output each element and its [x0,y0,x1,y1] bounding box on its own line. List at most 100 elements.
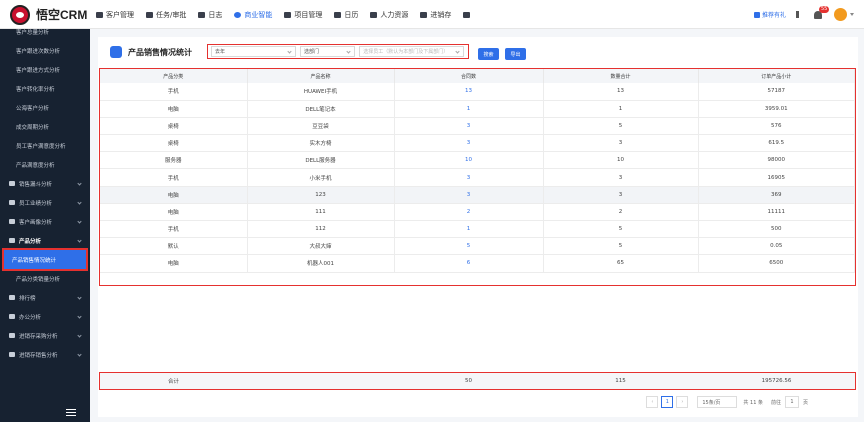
inventory-icon [420,11,428,18]
avatar[interactable] [834,8,847,21]
sidebar-item-label: 员工客户满意度分析 [16,143,66,150]
nav-item-6[interactable]: 人力资源 [370,10,408,20]
table-cell[interactable]: 10 [394,151,544,170]
period-select[interactable]: 去年 [211,46,296,57]
column-header[interactable]: 数量合计 [543,69,699,83]
sidebar-item-15[interactable]: 办公分析 [0,307,90,326]
table-cell: 11111 [698,203,855,222]
summary-label: 合计 [167,379,179,385]
table-row: 手机 小米手机 3 3 16905 [100,168,855,187]
sidebar-item-14[interactable]: 排行榜 [0,288,90,307]
sidebar-item-2[interactable]: 客户跟进方式分析 [0,60,90,79]
table-cell: 手机 [100,83,248,101]
table-cell: 369 [698,186,855,204]
sidebar-item-3[interactable]: 客户转化率分析 [0,79,90,98]
goto-page-input[interactable]: 1 [784,396,799,408]
table-cell: 桌椅 [100,117,248,136]
logo[interactable]: 悟空CRM [10,4,87,25]
table-cell: 电脑 [100,100,248,118]
summary-contracts: 50 [465,378,472,384]
table-cell: 电脑 [100,186,248,204]
sidebar-item-label: 员工业绩分析 [19,200,53,207]
sidebar-item-9[interactable]: 员工业绩分析 [0,193,90,212]
collapse-menu-icon[interactable] [66,409,76,416]
table-cell[interactable]: 5 [394,237,544,256]
speaker-icon[interactable] [796,11,804,18]
table-cell[interactable]: 3 [394,117,544,136]
table-cell: 桌椅 [100,134,248,153]
log-icon [198,11,206,18]
search-button[interactable]: 搜索 [478,48,499,60]
total-count: 共 11 条 [743,399,763,406]
sidebar-item-label: 客户画像分析 [19,219,53,226]
sidebar-item-label: 客户转化率分析 [16,86,55,93]
table-cell[interactable]: 13 [394,83,544,101]
sidebar-item-6[interactable]: 员工客户满意度分析 [0,136,90,155]
nav-item-1[interactable]: 任务/审批 [146,10,186,20]
sidebar-item-1[interactable]: 客户跟进次数分析 [0,41,90,60]
sidebar-item-16[interactable]: 进销存采购分析 [0,326,90,345]
nav-item-3[interactable]: 商业智能 [234,10,272,20]
sidebar-item-5[interactable]: 成交周期分析 [0,117,90,136]
table-cell: 5 [543,117,699,136]
sidebar-item-label: 公海客户分析 [16,105,50,112]
sidebar-item-label: 排行榜 [19,295,36,302]
menu-group-icon [9,352,15,357]
prev-page-button[interactable]: ‹ [646,396,659,408]
sidebar-item-label: 办公分析 [19,314,42,321]
table-cell[interactable]: 3 [394,186,544,204]
chevron-down-icon[interactable] [850,13,854,16]
table-cell[interactable]: 3 [394,168,544,187]
table-cell: 0.05 [698,237,855,256]
sidebar-item-12[interactable]: 产品销售情况统计 [2,248,88,271]
summary-quantity: 115 [615,378,626,384]
next-page-button[interactable]: › [676,396,689,408]
sidebar-item-11[interactable]: 产品分析 [0,231,90,250]
column-header[interactable]: 合同数 [394,69,544,83]
table-cell[interactable]: 2 [394,203,544,222]
nav-item-7[interactable]: 进销存 [420,10,451,20]
filter-group: 去年 选部门 选择员工（默认为本部门及下属部门） [207,44,469,59]
table-cell: 619.5 [698,134,855,153]
user-select[interactable]: 选择员工（默认为本部门及下属部门） [359,46,464,57]
bell-icon[interactable]: 55 [814,5,830,19]
table-cell[interactable]: 1 [394,220,544,239]
column-header[interactable]: 产品分类 [100,69,248,83]
calendar-icon [334,11,342,18]
table-cell: 电脑 [100,203,248,222]
sidebar-item-4[interactable]: 公海客户分析 [0,98,90,117]
column-header[interactable]: 产品名称 [247,69,395,83]
table-cell[interactable]: 1 [394,100,544,118]
export-button[interactable]: 导出 [505,48,526,60]
table-cell[interactable]: 3 [394,134,544,153]
nav-label: 人力资源 [380,10,409,19]
table-cell[interactable]: 6 [394,254,544,273]
sidebar-item-0[interactable]: 客户总量分析 [0,29,90,41]
apps-grid-icon[interactable] [463,11,473,18]
referral-link[interactable]: 推荐有礼 [753,10,786,19]
gift-icon [753,11,760,18]
sidebar-item-17[interactable]: 进销存销售分析 [0,345,90,364]
nav-item-0[interactable]: 客户管理 [96,10,134,20]
table-cell: 16905 [698,168,855,187]
nav-item-5[interactable]: 日历 [334,10,358,20]
dept-select[interactable]: 选部门 [299,46,356,57]
main-panel: 产品销售情况统计 去年 选部门 选择员工（默认为本部门及下属部门） 搜索 导出 … [98,37,858,417]
column-header[interactable]: 订单产品小计 [698,69,855,83]
page-number-button[interactable]: 1 [661,396,674,408]
table-row: 电脑 机器人001 6 65 6500 [100,254,855,273]
table-cell: 65 [543,254,699,273]
sidebar-item-10[interactable]: 客户画像分析 [0,212,90,231]
hr-icon [370,11,378,18]
table-cell: 1 [543,100,699,118]
sidebar-item-13[interactable]: 产品分类销量分析 [0,269,90,288]
nav-label: 进销存 [430,10,452,19]
sidebar-item-7[interactable]: 产品满意度分析 [0,155,90,174]
nav-item-4[interactable]: 项目管理 [284,10,322,20]
nav-item-2[interactable]: 日志 [198,10,222,20]
sidebar-item-8[interactable]: 销售漏斗分析 [0,174,90,193]
page-size-select[interactable]: 15条/页 [697,396,738,408]
table-cell: 112 [247,220,395,239]
table-cell: HUAWEI手机 [247,83,395,101]
sidebar-item-label: 客户跟进方式分析 [16,67,61,74]
